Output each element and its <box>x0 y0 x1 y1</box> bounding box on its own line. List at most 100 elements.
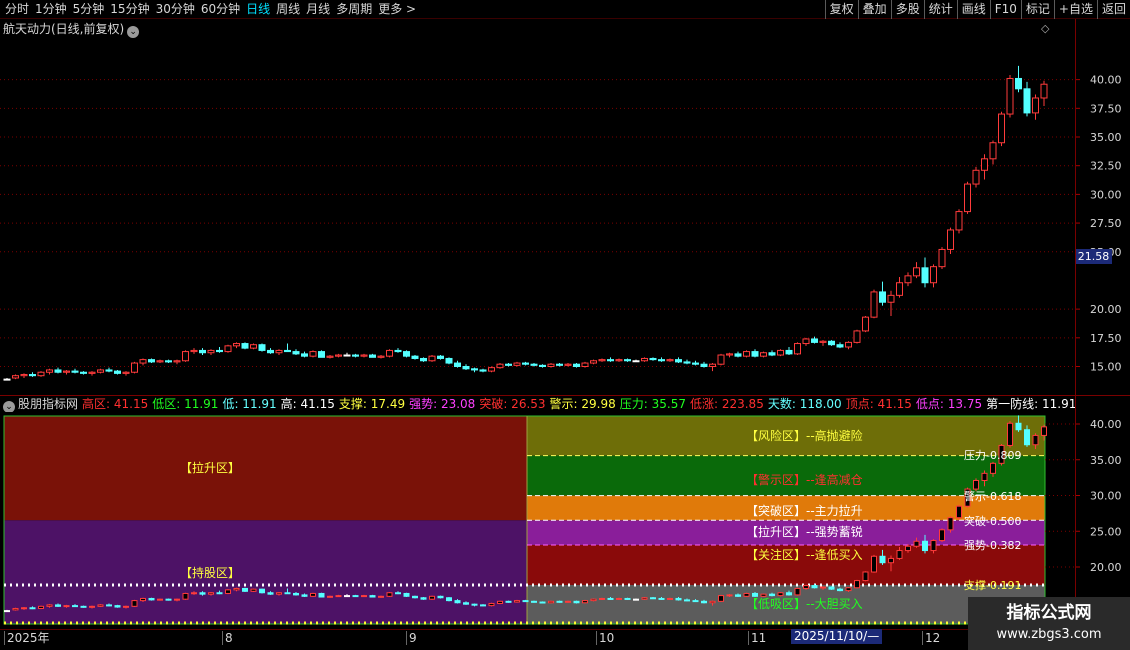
period-tab[interactable]: 周线 <box>273 0 303 19</box>
candle-body <box>378 595 384 598</box>
candle-body <box>97 369 104 373</box>
period-tab[interactable]: 多周期 <box>333 0 375 19</box>
candle-body <box>590 360 597 364</box>
candle-body <box>275 349 283 354</box>
indicator-axis-label: 20.00 <box>1090 561 1122 574</box>
candle-body <box>734 353 742 357</box>
candle-body <box>683 361 691 364</box>
candle-body <box>989 142 997 160</box>
period-tab[interactable]: 30分钟 <box>153 0 198 19</box>
tool-button[interactable]: 统计 <box>923 0 957 19</box>
period-tabs: 分时 1分钟 5分钟 15分钟 30分钟 60分钟 日线 周线 月线 多周期 更多 > <box>2 0 419 19</box>
diamond-icon[interactable]: ◇ <box>1041 22 1049 35</box>
candle-body <box>38 605 44 609</box>
candle-body <box>649 357 657 361</box>
period-tab[interactable]: 日线 <box>243 0 273 19</box>
candle-body <box>590 598 597 602</box>
candle-body <box>250 344 257 349</box>
period-tab[interactable]: 更多 > <box>375 0 419 19</box>
candle-body <box>377 355 385 358</box>
indicator-stat: 低点: 13.75 <box>915 397 983 411</box>
candle-body <box>726 594 733 597</box>
candle-body <box>896 282 903 296</box>
tool-button[interactable]: 叠加 <box>857 0 891 19</box>
tool-button[interactable]: 多股 <box>890 0 924 19</box>
date-label: 8 <box>222 631 233 645</box>
watermark: 指标公式网 www.zbgs3.com <box>968 597 1130 650</box>
candle-body <box>105 369 113 372</box>
period-tab[interactable]: 5分钟 <box>70 0 108 19</box>
candle-body <box>811 338 818 343</box>
indicator-stat: 警示: 29.98 <box>549 397 616 411</box>
candle-body <box>420 357 427 362</box>
candle-body <box>658 359 665 362</box>
indicator-stat: 第一防线: 11.91 <box>986 397 1075 411</box>
candle-body <box>548 600 554 604</box>
candle-body <box>819 340 827 343</box>
candle-body <box>752 592 758 597</box>
candle-body <box>743 592 750 597</box>
candle-body <box>573 600 580 604</box>
candle-body <box>896 550 903 559</box>
candle-body <box>199 349 206 354</box>
tool-button[interactable]: F10 <box>989 0 1021 19</box>
tool-button[interactable]: +自选 <box>1053 0 1097 19</box>
indicator-stat: 低: 11.91 <box>222 397 277 411</box>
chevron-down-icon[interactable]: ⌄ <box>3 401 15 412</box>
candle-body <box>479 369 487 372</box>
candle-body <box>335 595 342 598</box>
zone-label-right: 【拉升区】--强势蓄锐 <box>746 524 863 539</box>
axis-separator <box>1075 19 1076 629</box>
candle-body <box>854 580 860 589</box>
price-axis-label: 35.00 <box>1090 131 1122 144</box>
candle-body <box>760 593 767 597</box>
candle-body <box>641 597 648 600</box>
candle-body <box>29 374 36 377</box>
period-tab[interactable]: 月线 <box>303 0 333 19</box>
indicator-stats: 高区: 41.15 低区: 11.91 低: 11.91 高: 41.15 支撑: 17… <box>82 397 1075 411</box>
candle-body <box>258 344 266 351</box>
tool-button[interactable]: 画线 <box>956 0 990 19</box>
candle-body <box>522 362 529 365</box>
price-axis-label: 27.50 <box>1090 217 1122 230</box>
zone-label-right: 【突破区】--主力拉升 <box>746 503 863 518</box>
candle-body <box>828 340 835 346</box>
candle-body <box>182 351 189 362</box>
candle-body <box>21 607 27 610</box>
candle-body <box>157 598 163 601</box>
price-axis-label: 15.00 <box>1090 361 1122 374</box>
tool-buttons: 复权 叠加 多股 统计 画线 F10 标记 +自选 返回 <box>824 0 1130 19</box>
tool-button[interactable]: 复权 <box>824 0 858 19</box>
candle-body <box>598 359 606 362</box>
period-tab[interactable]: 60分钟 <box>198 0 243 19</box>
candle-body <box>777 592 784 597</box>
candle-body <box>862 571 869 582</box>
candle-body <box>114 605 121 608</box>
zone-label-right: 【风险区】--高抛避险 <box>746 428 863 443</box>
candle-body <box>216 592 223 595</box>
candle-body <box>769 593 775 597</box>
candle-body <box>131 362 138 373</box>
period-tab[interactable]: 15分钟 <box>107 0 152 19</box>
candle-body <box>292 351 300 355</box>
chevron-down-icon[interactable]: ⌄ <box>127 26 140 38</box>
period-tab[interactable]: 分时 <box>2 0 32 19</box>
candle-body <box>148 597 155 601</box>
candle-body <box>267 592 274 595</box>
candle-body <box>395 592 401 595</box>
indicator-stat: 压力: 35.57 <box>619 397 686 411</box>
tool-button[interactable]: 标记 <box>1020 0 1054 19</box>
period-tab[interactable]: 1分钟 <box>32 0 70 19</box>
tool-button[interactable]: 返回 <box>1096 0 1130 19</box>
candle-body <box>947 517 954 531</box>
price-chart[interactable]: 40.0037.5035.0032.5030.0027.5025.0020.00… <box>0 19 1130 396</box>
candle-body <box>284 349 291 353</box>
candle-body <box>777 349 784 356</box>
candle-body <box>80 605 87 608</box>
top-toolbar: 分时 1分钟 5分钟 15分钟 30分钟 60分钟 日线 周线 月线 多周期 更多 > 复权 叠加 多股… <box>0 0 1130 19</box>
candle-body <box>692 362 699 365</box>
candle-body <box>394 349 402 353</box>
candle-body <box>241 343 249 349</box>
candle-body <box>930 540 937 552</box>
indicator-chart[interactable]: 40.0035.0030.0025.0020.0015.00【拉升区】【持股区】… <box>0 412 1130 629</box>
